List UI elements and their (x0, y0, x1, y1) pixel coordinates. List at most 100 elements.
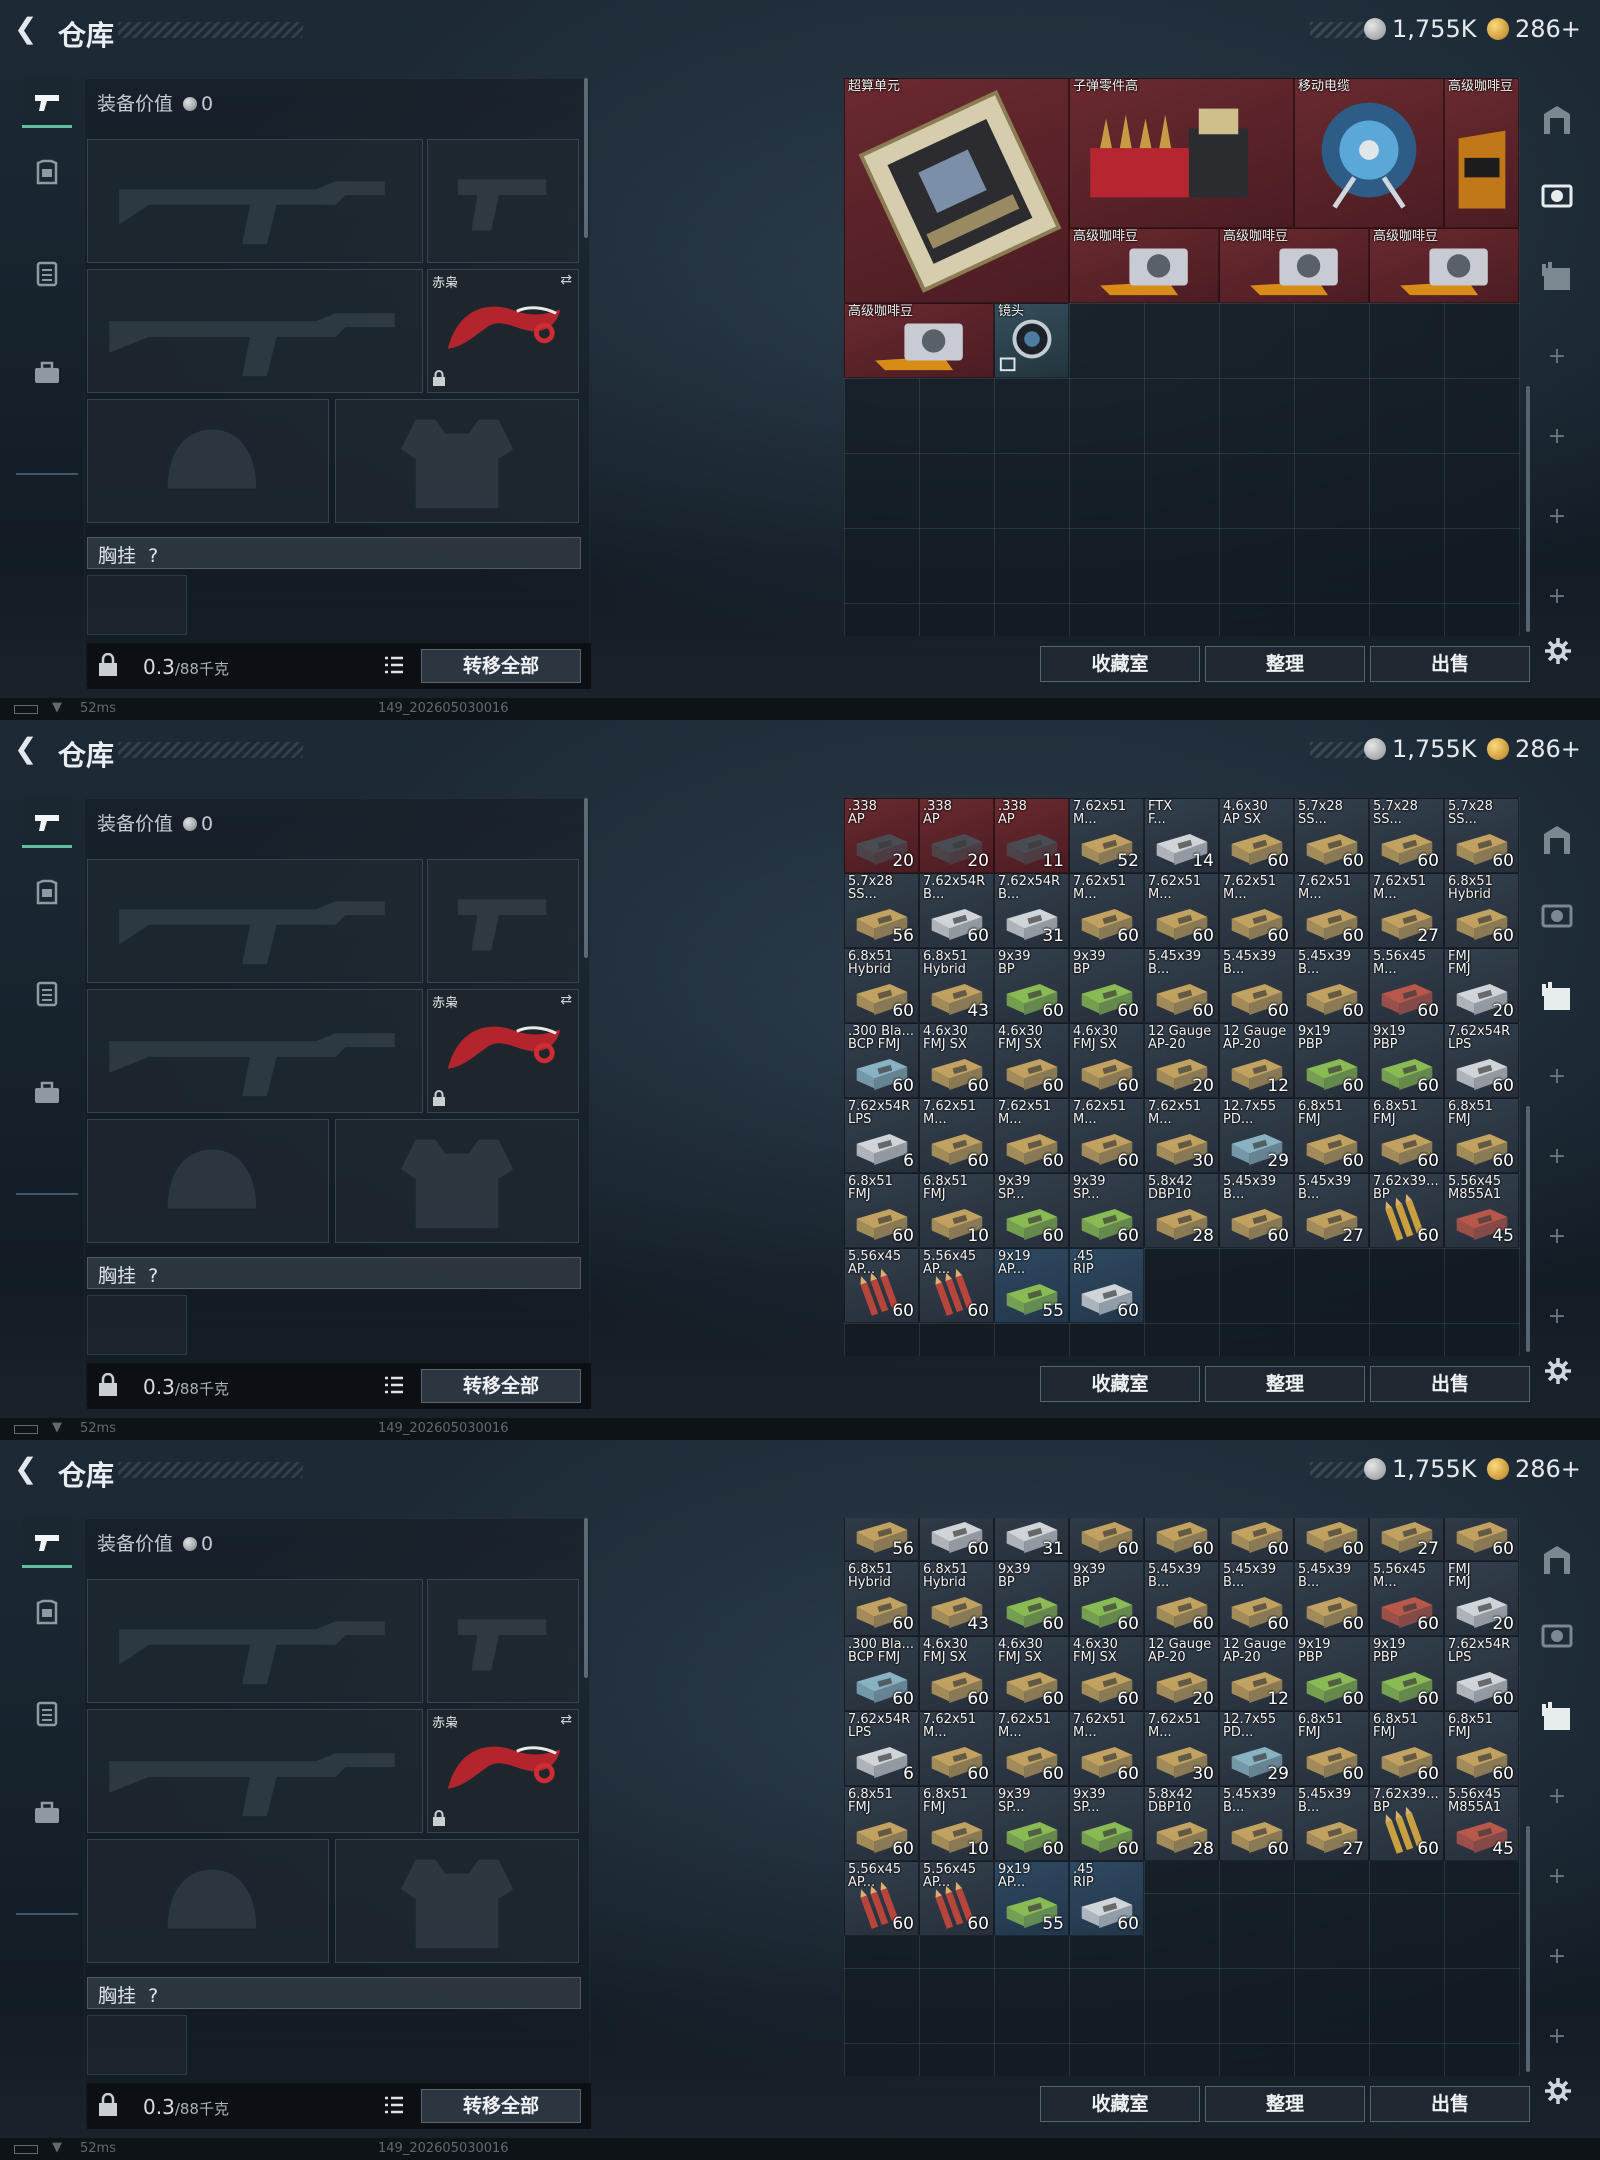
ammo-item[interactable]: FTX F... 14 (1144, 798, 1219, 873)
ammo-item[interactable]: 7.62x51M...60 (1219, 1518, 1294, 1561)
rig-category-icon[interactable] (22, 248, 72, 298)
stash-item[interactable]: 镜头 (994, 303, 1069, 378)
stash-item[interactable]: 子弹零件高 (1069, 78, 1294, 228)
help-icon[interactable]: ? (148, 545, 158, 567)
ammo-item[interactable]: 7.62x51M...27 (1369, 873, 1444, 948)
ammo-item[interactable]: 9x19 PBP 60 (1369, 1636, 1444, 1711)
add-tab-icon[interactable]: + (1546, 346, 1568, 368)
sort-button[interactable]: 整理 (1205, 1366, 1365, 1402)
gear-icon[interactable] (1543, 636, 1573, 666)
equipment-scrollbar[interactable] (584, 78, 588, 238)
add-tab-icon[interactable]: + (1546, 1146, 1568, 1168)
ammo-item[interactable]: 5.56x45 AP... 60 (919, 1861, 994, 1936)
ammo-item[interactable]: 12.7x55 PD... 29 (1219, 1711, 1294, 1786)
ammo-item[interactable]: 5.7x28 SS... 60 (1369, 798, 1444, 873)
back-arrow-icon[interactable]: ❮ (14, 14, 44, 44)
ammo-item[interactable]: 4.6x30 FMJ SX 60 (919, 1023, 994, 1098)
add-tab-icon[interactable]: + (1546, 506, 1568, 528)
gear-icon[interactable] (1543, 2076, 1573, 2106)
ammo-item[interactable]: 9x39 BP 60 (1069, 1561, 1144, 1636)
chest-rig-slot[interactable] (87, 1295, 187, 1355)
add-tab-icon[interactable]: + (1546, 1066, 1568, 1088)
ammo-item[interactable]: 5.56x45 AP... 60 (844, 1248, 919, 1323)
stash-item[interactable]: 高级咖啡豆 (1369, 228, 1519, 303)
chest-rig-slot[interactable] (87, 2015, 187, 2075)
ammo-item[interactable]: 7.62x51M...60 (1294, 1518, 1369, 1561)
ammo-item[interactable]: 7.62x51M...60 (1144, 1518, 1219, 1561)
ammo-item[interactable]: 9x39 BP 60 (994, 948, 1069, 1023)
ammo-item[interactable]: 5.45x39 B... 60 (1219, 1786, 1294, 1861)
ammo-item[interactable]: 6.8x51 FMJ 60 (1294, 1098, 1369, 1173)
ammo-item[interactable]: 4.6x30 FMJ SX 60 (919, 1636, 994, 1711)
list-view-icon[interactable] (383, 655, 405, 675)
ammo-item[interactable]: 9x39 BP 60 (994, 1561, 1069, 1636)
add-tab-icon[interactable]: + (1546, 1866, 1568, 1888)
stash-scrollbar[interactable] (1526, 386, 1530, 632)
add-tab-icon[interactable]: + (1546, 586, 1568, 608)
ammo-item[interactable]: 7.62x51M...60 (1294, 873, 1369, 948)
backpack-category-icon[interactable] (22, 1068, 72, 1118)
stash-item[interactable]: 高级咖啡豆 (1069, 228, 1219, 303)
stash-tab-locker-icon[interactable] (1534, 98, 1580, 144)
ammo-item[interactable]: 6.8x51 FMJ 10 (919, 1173, 994, 1248)
melee-slot[interactable]: 赤枭 ⇄ (427, 989, 579, 1113)
ammo-item[interactable]: FMJ FMJ 20 (1444, 948, 1519, 1023)
ammo-item[interactable]: 4.6x30 FMJ SX 60 (994, 1023, 1069, 1098)
ammo-item[interactable]: 6.8x51 FMJ 60 (1369, 1711, 1444, 1786)
ammo-item[interactable]: 7.62x54R LPS 60 (1444, 1023, 1519, 1098)
ammo-item[interactable]: 5.56x45 M855A1 45 (1444, 1173, 1519, 1248)
armor-category-icon[interactable] (22, 148, 72, 198)
stash-item[interactable]: 高级咖啡豆 (844, 303, 994, 378)
ammo-item[interactable]: 9x19 PBP 60 (1369, 1023, 1444, 1098)
weapon-category-icon[interactable] (22, 798, 72, 848)
ammo-item[interactable]: 7.62x51 M... 30 (1144, 1098, 1219, 1173)
ammo-item[interactable]: 12 Gauge AP-20 20 (1144, 1023, 1219, 1098)
transfer-all-button[interactable]: 转移全部 (421, 2089, 581, 2123)
back-arrow-icon[interactable]: ❮ (14, 1454, 44, 1484)
armor-category-icon[interactable] (22, 1588, 72, 1638)
backpack-category-icon[interactable] (22, 348, 72, 398)
lock-icon[interactable] (97, 1373, 119, 1397)
ammo-item[interactable]: 9x39 SP... 60 (1069, 1786, 1144, 1861)
ammo-item[interactable]: 7.62x51 M... 30 (1144, 1711, 1219, 1786)
ammo-item[interactable]: 6.8x51 FMJ 60 (844, 1786, 919, 1861)
ammo-item[interactable]: 5.45x39 B... 60 (1294, 1561, 1369, 1636)
lock-icon[interactable] (97, 653, 119, 677)
ammo-item[interactable]: 5.8x42 DBP10 28 (1144, 1786, 1219, 1861)
stash-item[interactable]: 移动电缆 (1294, 78, 1444, 228)
ammo-item[interactable]: 6.8x51 FMJ 60 (1369, 1098, 1444, 1173)
ammo-item[interactable]: .300 Bla... BCP FMJ 60 (844, 1636, 919, 1711)
ammo-item[interactable]: 6.8x51 Hybrid 43 (919, 1561, 994, 1636)
body-armor-slot[interactable] (335, 1839, 579, 1963)
sell-button[interactable]: 出售 (1370, 1366, 1530, 1402)
primary-weapon-slot[interactable] (87, 1579, 423, 1703)
ammo-item[interactable]: 7.62x54RB...60 (919, 873, 994, 948)
gold-balance[interactable]: 286+ (1515, 1455, 1581, 1483)
ammo-item[interactable]: 7.62x51M...60 (994, 1098, 1069, 1173)
ammo-item[interactable]: .300 Bla... BCP FMJ 60 (844, 1023, 919, 1098)
equipment-scrollbar[interactable] (584, 1518, 588, 1678)
ammo-item[interactable]: 5.45x39 B... 60 (1219, 1561, 1294, 1636)
ammo-item[interactable]: 7.62x54R LPS 6 (844, 1098, 919, 1173)
melee-slot[interactable]: 赤枭 ⇄ (427, 1709, 579, 1833)
stash-item[interactable]: 高级咖啡豆 (1219, 228, 1369, 303)
help-icon[interactable]: ? (148, 1985, 158, 2007)
ammo-item[interactable]: 9x39 SP... 60 (994, 1786, 1069, 1861)
ammo-item[interactable]: 5.7x28 SS... 60 (1444, 798, 1519, 873)
back-arrow-icon[interactable]: ❮ (14, 734, 44, 764)
ammo-item[interactable]: 7.62x39... BP 60 (1369, 1173, 1444, 1248)
ammo-item[interactable]: 7.62x51M...60 (919, 1098, 994, 1173)
ammo-item[interactable]: 5.45x39 B... 27 (1294, 1173, 1369, 1248)
transfer-all-button[interactable]: 转移全部 (421, 1369, 581, 1403)
ammo-item[interactable]: 4.6x30 FMJ SX 60 (1069, 1023, 1144, 1098)
stash-tab-locker-icon[interactable] (1534, 1538, 1580, 1584)
stash-tab-locker-icon[interactable] (1534, 818, 1580, 864)
ammo-item[interactable]: 6.8x51 FMJ 60 (1444, 1098, 1519, 1173)
gear-icon[interactable] (1543, 1356, 1573, 1386)
ammo-item[interactable]: FMJ FMJ 20 (1444, 1561, 1519, 1636)
ammo-item[interactable]: 9x19 AP... 55 (994, 1248, 1069, 1323)
list-view-icon[interactable] (383, 2095, 405, 2115)
ammo-item[interactable]: 7.62x51M...60 (1069, 1711, 1144, 1786)
ammo-item[interactable]: 7.62x54RB...31 (994, 1518, 1069, 1561)
ammo-item[interactable]: 12 Gauge AP-20 12 (1219, 1023, 1294, 1098)
